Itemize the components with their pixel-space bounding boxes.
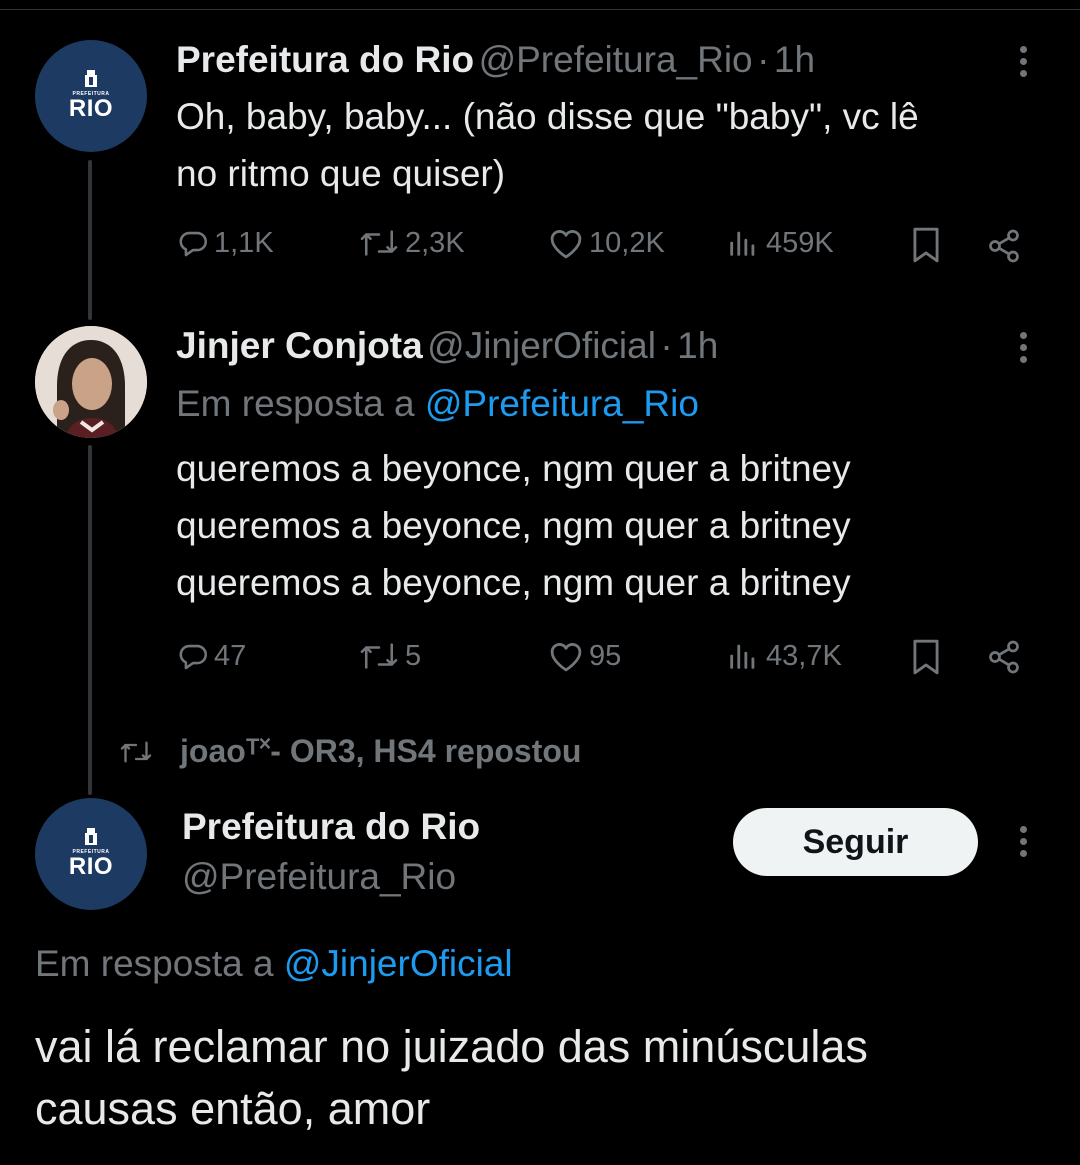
reply-context: Em resposta a @Prefeitura_Rio [176,382,699,426]
top-divider [0,9,1080,10]
avatar[interactable]: PREFEITURA RIO [35,40,147,152]
tweet-text-line: Oh, baby, baby... (não disse que "baby",… [176,96,919,137]
retweet-count: 2,3K [405,226,465,259]
thread-line [88,445,92,795]
like-button[interactable]: 95 [547,639,621,673]
views-icon [730,231,755,256]
timestamp[interactable]: 1h [677,325,718,366]
tweet-text-line: queremos a beyonce, ngm quer a britney [176,505,851,546]
profile-photo [35,326,147,438]
separator: · [660,325,673,366]
reply-count: 47 [214,639,247,672]
share-button[interactable] [986,639,1026,675]
crest-icon [85,70,97,87]
tweet-text-line: causas então, amor [35,1083,431,1134]
bookmark-icon [913,227,939,263]
reply-button[interactable]: 1,1K [176,226,274,260]
like-count: 95 [589,639,622,672]
retweet-icon [360,643,398,669]
more-options-icon[interactable] [1018,826,1028,857]
like-count: 10,2K [589,226,665,259]
reply-icon [179,231,207,257]
avatar[interactable]: PREFEITURA RIO [35,798,147,910]
timestamp[interactable]: 1h [774,39,815,80]
retweet-icon [120,741,152,762]
avatar-logo-text: RIO [68,853,114,880]
handle[interactable]: @Prefeitura_Rio [182,855,456,899]
heart-icon [550,230,582,259]
tweet-header: Prefeitura do Rio @Prefeitura_Rio · 1h [176,38,815,90]
display-name[interactable]: Prefeitura do Rio [176,39,474,80]
display-name[interactable]: Prefeitura do Rio [182,805,480,849]
bookmark-button[interactable] [910,226,946,264]
bookmark-button[interactable] [910,638,946,676]
tweet-text-line: queremos a beyonce, ngm quer a britney [176,448,851,489]
tweet-text: vai lá reclamar no juizado das minúscula… [35,1016,1055,1140]
retweet-button[interactable]: 5 [357,639,421,673]
like-button[interactable]: 10,2K [547,226,665,260]
tweet-text: queremos a beyonce, ngm quer a britney q… [176,440,1056,611]
bookmark-icon [913,639,939,675]
repost-banner: joaoᵀ˟- OR3, HS4 repostou [118,733,581,770]
heart-icon [550,643,582,672]
share-icon [989,640,1019,674]
share-button[interactable] [986,228,1026,264]
retweet-count: 5 [405,639,422,672]
handle[interactable]: @JinjerOficial [427,325,656,366]
views-count: 43,7K [766,639,842,672]
tweet-text-line: queremos a beyonce, ngm quer a britney [176,562,851,603]
separator: · [757,39,770,80]
avatar-logo-text: RIO [68,95,114,122]
views-icon [730,644,755,669]
tweet-text: Oh, baby, baby... (não disse que "baby",… [176,88,1056,202]
reply-context-label: Em resposta a [35,943,274,984]
crest-icon [85,828,97,845]
reply-context-label: Em resposta a [176,383,415,424]
views-button[interactable]: 43,7K [724,639,842,673]
share-icon [989,229,1019,263]
retweet-icon [360,230,398,256]
tweet-text-line: no ritmo que quiser) [176,153,506,194]
thread-line [88,160,92,320]
handle[interactable]: @Prefeitura_Rio [479,39,753,80]
views-count: 459K [766,226,834,259]
more-options-icon[interactable] [1018,46,1028,77]
views-button[interactable]: 459K [724,226,834,260]
retweet-button[interactable]: 2,3K [357,226,465,260]
follow-button[interactable]: Seguir [733,808,978,876]
reply-button[interactable]: 47 [176,639,246,673]
reply-count: 1,1K [214,226,274,259]
more-options-icon[interactable] [1018,332,1028,363]
reply-context: Em resposta a @JinjerOficial [35,942,513,986]
repost-text[interactable]: joaoᵀ˟- OR3, HS4 repostou [180,733,581,770]
reply-icon [179,644,207,670]
display-name[interactable]: Jinjer Conjota [176,325,423,366]
avatar[interactable] [35,326,147,438]
mention-link[interactable]: @Prefeitura_Rio [425,383,699,424]
mention-link[interactable]: @JinjerOficial [284,943,513,984]
tweet-header: Jinjer Conjota @JinjerOficial · 1h [176,324,718,376]
tweet-text-line: vai lá reclamar no juizado das minúscula… [35,1021,868,1072]
